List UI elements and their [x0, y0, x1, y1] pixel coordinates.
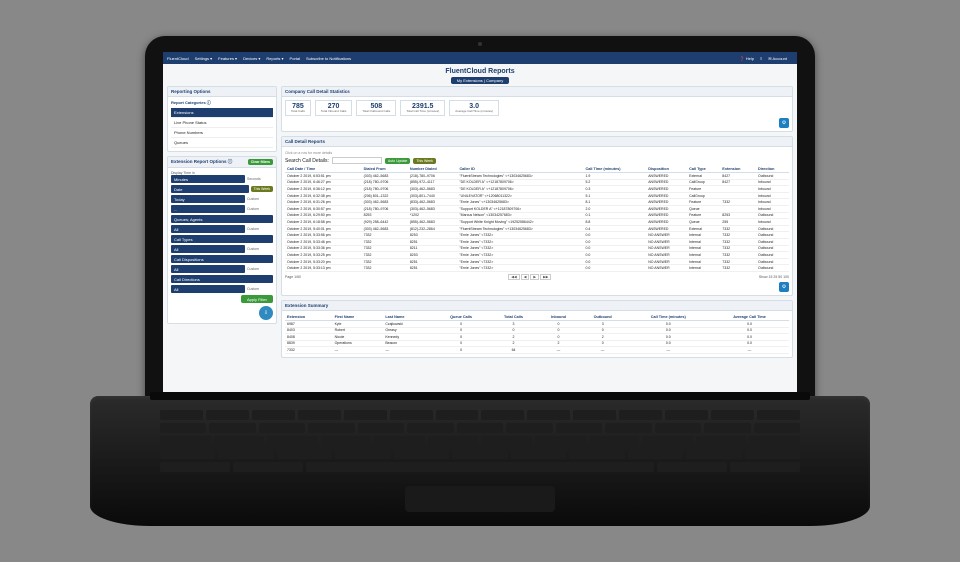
- table-row[interactable]: October 2 2019, 5:33:13 pm73328251"Ernie…: [285, 265, 789, 272]
- table-row[interactable]: October 2 2019, 6:53:51 pm(303) 462–5683…: [285, 173, 789, 180]
- table-row[interactable]: October 2 2019, 6:36:12 pm(218) 780–9706…: [285, 186, 789, 193]
- table-row[interactable]: 8403RobertGreasy00000.00.0: [285, 327, 789, 334]
- filter-custom-label[interactable]: Custom: [247, 267, 273, 271]
- filter-custom-label[interactable]: Custom: [247, 197, 273, 201]
- nav-item[interactable]: Settings ▾: [195, 56, 213, 61]
- sidebar-category[interactable]: Extensions: [171, 108, 273, 118]
- stat-box: 785Total Calls: [285, 100, 311, 116]
- keyboard: [160, 410, 800, 480]
- call-detail-panel: Call Detail Reports Click on a row for m…: [281, 136, 793, 296]
- table-row[interactable]: October 2 2019, 6:29:50 pm8253*1202"Marc…: [285, 212, 789, 219]
- filter-bar[interactable]: Today: [171, 195, 245, 203]
- call-detail-title: Call Detail Reports: [282, 137, 792, 147]
- filter-bar[interactable]: Call Directions: [171, 275, 273, 283]
- report-categories-label: Report Categories ⓘ: [171, 100, 273, 106]
- nav-item[interactable]: Portal: [290, 56, 300, 61]
- page-header: FluentCloud Reports My Extensions | Comp…: [163, 64, 797, 86]
- screen: FluentCloud Settings ▾ Features ▾ Devices …: [163, 52, 797, 406]
- stats-panel: Company Call Detail Statistics 785Total …: [281, 86, 793, 132]
- search-input[interactable]: [332, 157, 382, 164]
- filter-bar[interactable]: All: [171, 285, 245, 293]
- pager-left: Page 1/60: [285, 275, 301, 279]
- this-week-pill[interactable]: This Week: [413, 158, 435, 164]
- brand[interactable]: FluentCloud: [167, 56, 189, 61]
- nav-right-item[interactable]: ❓ Help: [740, 56, 754, 61]
- sidebar-category[interactable]: Phone Numbers: [171, 128, 273, 138]
- table-row[interactable]: 8839OperationsBeacon02200.00.0: [285, 340, 789, 347]
- pager-show[interactable]: Show 15 25 50 100: [759, 275, 789, 279]
- page-title: FluentCloud Reports: [163, 68, 797, 75]
- display-minutes[interactable]: Minutes: [171, 175, 245, 183]
- pager-nums[interactable]: ◀◀◀▶▶▶: [508, 274, 551, 280]
- filter-bar[interactable]: All: [171, 225, 245, 233]
- laptop-base: [90, 396, 870, 526]
- trackpad: [405, 486, 555, 512]
- nav-right-item[interactable]: ≡: [760, 56, 762, 61]
- nav-item[interactable]: Features ▾: [218, 56, 237, 61]
- table-row[interactable]: 7332——064————: [285, 347, 789, 354]
- call-detail-table: Call Date / TimeDialed FromNumber Dialed…: [285, 166, 789, 272]
- table-row[interactable]: October 2 2019, 5:33:36 pm73328211"Ernie…: [285, 245, 789, 252]
- ext-summary-panel: Extension Summary ExtensionFirst NameLas…: [281, 300, 793, 358]
- table-row[interactable]: October 2 2019, 6:30:57 pm(218) 780–9706…: [285, 205, 789, 212]
- this-week-pill[interactable]: This Week: [251, 186, 273, 192]
- table-row[interactable]: October 2 2019, 6:31:26 pm(303) 462–5683…: [285, 199, 789, 206]
- stat-box: 270Total Inbound Calls: [315, 100, 353, 116]
- nav-item[interactable]: Devices ▾: [243, 56, 260, 61]
- gear-icon[interactable]: ⚙: [779, 118, 789, 128]
- content: Company Call Detail Statistics 785Total …: [281, 86, 793, 358]
- table-row[interactable]: October 2 2019, 5:40:01 pm(303) 462–5683…: [285, 225, 789, 232]
- table-row[interactable]: October 2 2019, 5:33:20 pm73328251"Ernie…: [285, 258, 789, 265]
- ext-report-options-panel: Extension Report Options ⓘ Clear filters…: [167, 156, 277, 324]
- filter-bar[interactable]: Call Dispositions: [171, 255, 273, 263]
- ext-summary-table: ExtensionFirst NameLast NameQueue CallsT…: [285, 314, 789, 354]
- filter-custom-label[interactable]: Custom: [247, 227, 273, 231]
- table-row[interactable]: 6987KyleCzajkowski03030.00.0: [285, 320, 789, 327]
- camera-icon: [478, 42, 482, 46]
- search-label: Search Call Details:: [285, 158, 329, 164]
- sidebar: Reporting Options Report Categories ⓘ Ex…: [167, 86, 277, 358]
- export-button[interactable]: ⇩: [259, 306, 273, 320]
- clear-filters-pill[interactable]: Clear filters: [248, 159, 273, 165]
- stat-box: 3.0Average Call Time (minutes): [449, 100, 499, 116]
- laptop-lid: FluentCloud Settings ▾ Features ▾ Devices …: [145, 36, 815, 416]
- ext-summary-title: Extension Summary: [282, 301, 792, 311]
- table-row[interactable]: October 2 2019, 6:46:27 pm(218) 780–9706…: [285, 179, 789, 186]
- table-row[interactable]: October 2 2019, 6:18:58 pm(929) 258–6442…: [285, 219, 789, 226]
- table-row[interactable]: October 2 2019, 6:32:38 pm(206) 801–1322…: [285, 192, 789, 199]
- nav-item[interactable]: Reports ▾: [266, 56, 283, 61]
- report-scope-tab[interactable]: My Extensions | Company: [451, 77, 509, 84]
- table-row[interactable]: October 2 2019, 5:33:25 pm73328253"Ernie…: [285, 252, 789, 259]
- filter-custom-label[interactable]: Custom: [247, 247, 273, 251]
- reporting-options-title: Reporting Options: [168, 87, 276, 97]
- stat-box: 508Total Outbound Calls: [356, 100, 396, 116]
- nav-right-item[interactable]: ✉ Account: [768, 56, 787, 61]
- laptop-frame: FluentCloud Settings ▾ Features ▾ Devices …: [90, 36, 870, 526]
- nav-item[interactable]: Subscribe to Notifications: [306, 56, 351, 61]
- gear-icon[interactable]: ⚙: [779, 282, 789, 292]
- category-list: ExtensionsLive Phone StatusPhone Numbers…: [171, 108, 273, 148]
- sidebar-category[interactable]: Live Phone Status: [171, 118, 273, 128]
- filter-custom-label[interactable]: Custom: [247, 287, 273, 291]
- apply-filter-button[interactable]: Apply Filter: [241, 295, 273, 303]
- call-detail-hint: Click on a row for more details: [285, 150, 789, 157]
- auto-update-pill[interactable]: Auto Update: [385, 158, 410, 164]
- table-row[interactable]: October 2 2019, 5:33:46 pm73328251"Ernie…: [285, 238, 789, 245]
- filter-custom-label[interactable]: Custom: [247, 207, 273, 211]
- filter-bar[interactable]: ...: [171, 205, 245, 213]
- filter-bar[interactable]: All: [171, 245, 245, 253]
- filter-bar[interactable]: Date: [171, 185, 249, 193]
- stats-title: Company Call Detail Statistics: [282, 87, 792, 97]
- filter-bar[interactable]: Queues; Agents: [171, 215, 273, 223]
- ext-report-options-title: Extension Report Options ⓘ: [171, 159, 232, 165]
- table-row[interactable]: October 2 2019, 5:33:56 pm73328253"Ernie…: [285, 232, 789, 239]
- filter-bar[interactable]: All: [171, 265, 245, 273]
- table-row[interactable]: 8408NicoleKennedy02020.00.0: [285, 334, 789, 341]
- display-seconds[interactable]: Seconds: [247, 177, 273, 181]
- reporting-options-panel: Reporting Options Report Categories ⓘ Ex…: [167, 86, 277, 152]
- top-nav: FluentCloud Settings ▾ Features ▾ Devices …: [163, 52, 797, 64]
- filter-bar[interactable]: Call Types: [171, 235, 273, 243]
- stat-box: 2391.5Total Call Time (minutes): [400, 100, 445, 116]
- sidebar-category[interactable]: Queues: [171, 138, 273, 148]
